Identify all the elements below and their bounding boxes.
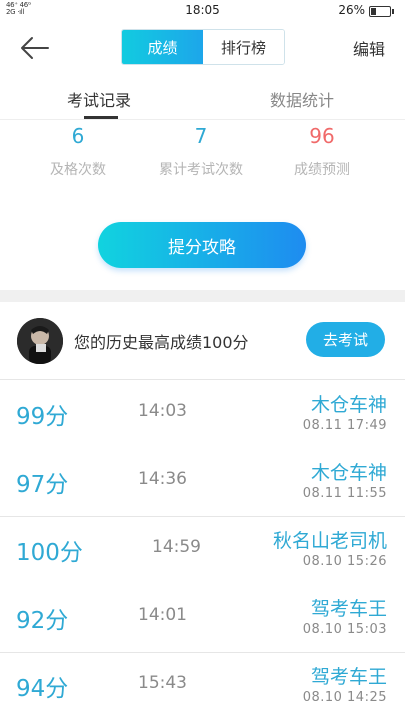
record-date: 08.10 15:26 xyxy=(302,554,387,569)
record-title: 驾考车王 xyxy=(310,666,387,688)
status-bar: 46⁺ 46ᴳ 2G ·ıll 18:05 26% xyxy=(0,0,405,20)
record-title: 木仓车神 xyxy=(310,462,387,484)
take-exam-button[interactable]: 去考试 xyxy=(306,322,385,357)
record-row[interactable]: 99分 14:03 木仓车神 08.11 17:49 xyxy=(0,381,405,449)
tab-leaderboard[interactable]: 排行榜 xyxy=(203,30,284,64)
stat-score-prediction: 96 xyxy=(309,124,335,148)
record-score: 97分 xyxy=(16,472,69,498)
avatar xyxy=(17,318,63,364)
record-row[interactable]: 100分 14:59 秋名山老司机 08.10 15:26 xyxy=(0,517,405,585)
best-score-text: 您的历史最高成绩100分 xyxy=(74,333,249,352)
record-row[interactable]: 92分 14:01 驾考车王 08.10 15:03 xyxy=(0,585,405,653)
record-date: 08.11 11:55 xyxy=(302,486,387,501)
record-duration: 14:03 xyxy=(138,401,187,421)
record-title: 驾考车王 xyxy=(310,598,387,620)
segmented-control: 成绩 排行榜 xyxy=(121,29,285,65)
record-score: 94分 xyxy=(16,676,69,702)
record-score: 92分 xyxy=(16,608,69,634)
record-row[interactable]: 97分 14:36 木仓车神 08.11 11:55 xyxy=(0,449,405,517)
stat-total-label: 累计考试次数 xyxy=(159,162,243,178)
battery-icon xyxy=(369,6,394,17)
subtab-exam-records[interactable]: 考试记录 xyxy=(67,87,131,111)
section-separator xyxy=(0,290,405,302)
subtab-data-stats[interactable]: 数据统计 xyxy=(270,87,334,111)
back-button[interactable] xyxy=(18,34,52,62)
record-date: 08.10 15:03 xyxy=(302,622,387,637)
divider xyxy=(0,379,405,380)
record-duration: 14:36 xyxy=(138,469,187,489)
record-duration: 14:01 xyxy=(138,605,187,625)
stat-pass-label: 及格次数 xyxy=(50,162,106,178)
arrow-left-icon xyxy=(21,37,49,59)
record-row[interactable]: 94分 15:43 驾考车王 08.10 14:25 xyxy=(0,653,405,721)
stat-prediction-label: 成绩预测 xyxy=(294,162,350,178)
record-title: 木仓车神 xyxy=(310,394,387,416)
divider xyxy=(0,119,405,120)
record-score: 100分 xyxy=(16,540,83,566)
record-date: 08.10 14:25 xyxy=(302,690,387,705)
improve-score-button[interactable]: 提分攻略 xyxy=(98,222,306,268)
tab-scores[interactable]: 成绩 xyxy=(122,30,203,64)
record-duration: 14:59 xyxy=(152,537,201,557)
record-duration: 15:43 xyxy=(138,673,187,693)
record-title: 秋名山老司机 xyxy=(272,530,387,552)
record-score: 99分 xyxy=(16,404,69,430)
avatar-photo xyxy=(17,318,63,364)
edit-button[interactable]: 编辑 xyxy=(353,36,385,60)
battery-percent: 26% xyxy=(338,3,365,17)
stat-total-exams: 7 xyxy=(194,124,208,148)
battery-fill xyxy=(371,8,376,15)
record-date: 08.11 17:49 xyxy=(302,418,387,433)
stat-pass-count: 6 xyxy=(71,124,85,148)
